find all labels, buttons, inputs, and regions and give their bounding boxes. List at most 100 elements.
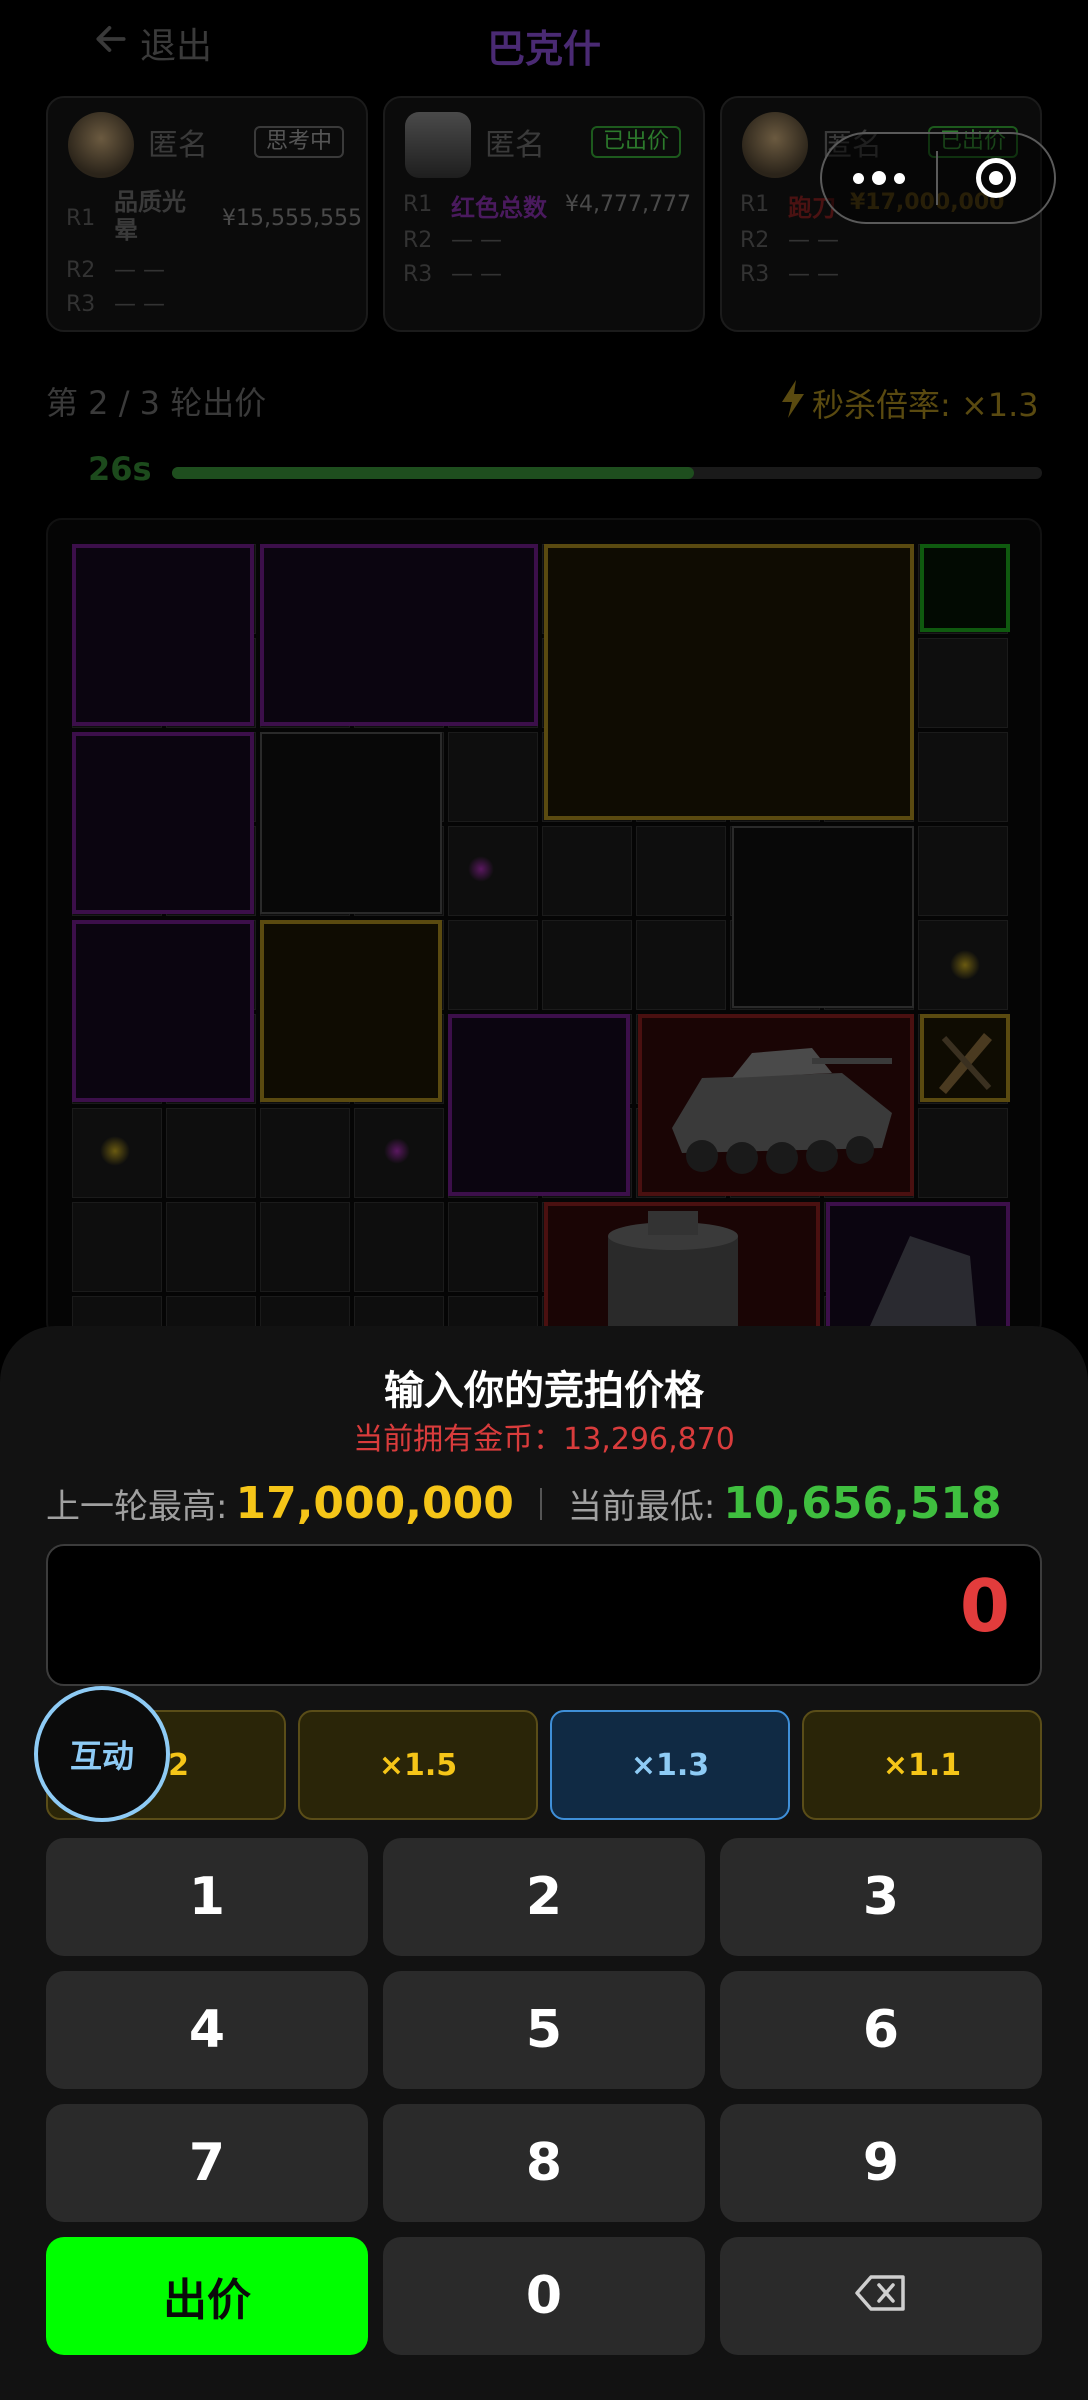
armored-vehicle-icon [672, 1048, 892, 1174]
grid-cell [918, 638, 1008, 728]
round-label: 第 2 / 3 轮出价 [46, 384, 267, 422]
grid-cell [636, 920, 726, 1010]
device-icon [608, 1211, 738, 1336]
item-slot[interactable] [72, 920, 254, 1102]
round-label: R1 [403, 192, 433, 217]
submit-bid-button[interactable]: 出价 [46, 2237, 368, 2355]
grid-cell [542, 920, 632, 1010]
bid-item: 红色总数 [451, 194, 547, 222]
key-0[interactable]: 0 [383, 2237, 705, 2355]
bid-amount-input[interactable]: 0 [46, 1544, 1042, 1686]
progress-fill [172, 467, 694, 479]
bid-item: — — [788, 262, 839, 287]
rarity-glow [384, 1138, 410, 1164]
bid-price: ¥4,777,777 [565, 192, 691, 217]
countdown-timer: 26s [88, 450, 152, 488]
bid-item: — — [451, 262, 502, 287]
grid-cell [918, 1108, 1008, 1198]
round-label: R3 [66, 292, 96, 317]
current-low-value: 10,656,518 [723, 1478, 1002, 1529]
target-icon [976, 158, 1016, 198]
dot [872, 171, 886, 185]
rarity-glow [468, 856, 494, 882]
item-slot-ammo[interactable] [920, 1014, 1010, 1102]
item-slot-device[interactable] [544, 1202, 820, 1336]
item-slot[interactable] [732, 826, 914, 1008]
lightning-icon [780, 380, 806, 426]
player-card-2: 匿名 已出价 R1 红色总数 ¥4,777,777 R2 — — R3 — — [383, 96, 705, 332]
item-slot[interactable] [260, 732, 442, 914]
round-label: R2 [403, 228, 433, 253]
more-menu-button[interactable] [822, 134, 936, 222]
current-low-label: 当前最低: [567, 1487, 716, 1527]
avatar [742, 112, 808, 178]
key-8[interactable]: 8 [383, 2104, 705, 2222]
item-slot[interactable] [448, 1014, 630, 1196]
grid-cell [354, 1202, 444, 1292]
item-slot[interactable] [260, 920, 442, 1102]
backspace-button[interactable] [720, 2237, 1042, 2355]
interact-button[interactable]: 互动 [34, 1686, 170, 1822]
item-slot[interactable] [260, 544, 538, 726]
sheet-title: 输入你的竞拍价格 [384, 1368, 704, 1414]
item-slot-vehicle[interactable] [638, 1014, 914, 1196]
round-label: R2 [740, 228, 770, 253]
grid-cell [166, 1108, 256, 1198]
key-3[interactable]: 3 [720, 1838, 1042, 1956]
grid-cell [448, 732, 538, 822]
ammo-icon [939, 1033, 992, 1094]
grid-cell [542, 826, 632, 916]
bid-item: — — [114, 258, 165, 283]
avatar [68, 112, 134, 178]
player-name: 匿名 [148, 128, 208, 163]
multiplier-x1-5-button[interactable]: ×1.5 [298, 1710, 538, 1820]
key-9[interactable]: 9 [720, 2104, 1042, 2222]
grid-cell [636, 826, 726, 916]
grid-cell [448, 920, 538, 1010]
round-label: R3 [740, 262, 770, 287]
miniprogram-capsule [820, 132, 1056, 224]
grid-cell [260, 1108, 350, 1198]
status-badge: 思考中 [254, 126, 345, 158]
player-card-1: 匿名 思考中 R1 品质光晕 ¥15,555,555 R2 — — R3 — — [46, 96, 368, 332]
rarity-glow [100, 1136, 130, 1166]
bid-price: ¥15,555,555 [222, 206, 362, 231]
grid-cell [448, 1202, 538, 1292]
dot [894, 172, 905, 184]
key-6[interactable]: 6 [720, 1971, 1042, 2089]
bid-item: 品质光晕 [114, 188, 186, 244]
close-miniprogram-button[interactable] [938, 158, 1054, 198]
key-5[interactable]: 5 [383, 1971, 705, 2089]
grid-cell [918, 732, 1008, 822]
round-label: R3 [403, 262, 433, 287]
status-badge: 已出价 [591, 126, 682, 158]
last-high-label: 上一轮最高: [46, 1487, 228, 1527]
dot [853, 172, 864, 184]
bid-amount-value: 0 [959, 1564, 1010, 1648]
multiplier-x1-3-button[interactable]: ×1.3 [550, 1710, 790, 1820]
round-label: R1 [740, 192, 770, 217]
item-slot[interactable] [920, 544, 1010, 632]
countdown-progress-bar [172, 467, 1042, 479]
item-slot[interactable] [544, 544, 914, 820]
key-4[interactable]: 4 [46, 1971, 368, 2089]
bid-item: — — [788, 228, 839, 253]
armor-icon [870, 1236, 978, 1336]
item-slot[interactable] [72, 732, 254, 914]
key-1[interactable]: 1 [46, 1838, 368, 1956]
key-7[interactable]: 7 [46, 2104, 368, 2222]
round-label: R2 [66, 258, 96, 283]
key-2[interactable]: 2 [383, 1838, 705, 1956]
last-high-value: 17,000,000 [235, 1478, 514, 1529]
grid-cell [260, 1202, 350, 1292]
item-slot-armor[interactable] [826, 1202, 1010, 1336]
avatar [405, 112, 471, 178]
item-slot[interactable] [72, 544, 254, 726]
bid-stats: 上一轮最高: 17,000,000 当前最低: 10,656,518 [46, 1478, 1002, 1529]
bid-item: — — [451, 228, 502, 253]
current-coins: 当前拥有金币：13,296,870 [353, 1422, 735, 1457]
multiplier-x1-1-button[interactable]: ×1.1 [802, 1710, 1042, 1820]
instakill-label: 秒杀倍率: ×1.3 [812, 386, 1039, 424]
grid-cell [918, 826, 1008, 916]
grid-cell [72, 1202, 162, 1292]
